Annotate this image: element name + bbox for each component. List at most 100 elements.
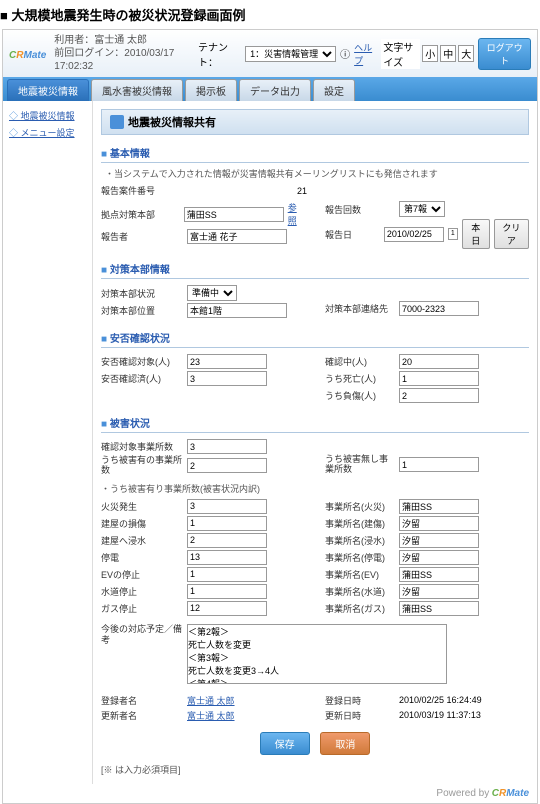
bdmg-office-input[interactable] xyxy=(399,516,479,531)
reporter-input[interactable] xyxy=(187,229,287,244)
panel-title: 地震被災情報共有 xyxy=(101,109,529,135)
section-hq: 対策本部情報 対策本部状況 準備中 対策本部位置 xyxy=(101,259,529,320)
water-input[interactable] xyxy=(187,584,267,599)
ev-office-input[interactable] xyxy=(399,567,479,582)
sidebar-menu-settings[interactable]: メニュー設定 xyxy=(9,124,86,141)
case-no-label: 報告案件番号 xyxy=(101,184,183,197)
safety-confirming-input[interactable] xyxy=(399,354,479,369)
help-link[interactable]: ヘルプ xyxy=(354,41,377,67)
remarks-textarea[interactable] xyxy=(187,624,447,684)
base-hq-label: 拠点対策本部 xyxy=(101,208,180,221)
fire-office-label: 事業所名(火災) xyxy=(325,500,395,513)
water-label: 水道停止 xyxy=(101,585,183,598)
power-office-input[interactable] xyxy=(399,550,479,565)
safety-confirming-label: 確認中(人) xyxy=(325,355,395,368)
logo: CRMate xyxy=(9,45,46,63)
fire-input[interactable] xyxy=(187,499,267,514)
upd-by-link[interactable]: 富士通 太郎 xyxy=(187,709,235,722)
damaged-office-input[interactable] xyxy=(187,458,267,473)
damage-head: 被害状況 xyxy=(101,413,529,433)
header-user-info: 利用者：富士通 太郎 前回ログイン：2010/03/17 17:02:32 xyxy=(54,34,198,73)
tab-earthquake[interactable]: 地震被災情報 xyxy=(7,79,89,101)
base-hq-input[interactable] xyxy=(184,207,284,222)
safety-dead-label: うち死亡(人) xyxy=(325,372,395,385)
target-office-label: 確認対象事業所数 xyxy=(101,440,183,453)
target-office-input[interactable] xyxy=(187,439,267,454)
damaged-office-label: うち被害有の事業所数 xyxy=(101,456,183,476)
tenant-select[interactable]: 1：災害情報管理 xyxy=(245,46,336,62)
basic-note: ・当システムで入力された情報が災害情報共有メーリングリストにも発信されます xyxy=(101,167,529,180)
flood-office-input[interactable] xyxy=(399,533,479,548)
safety-dead-input[interactable] xyxy=(399,371,479,386)
fontsize-control: 文字サイズ 小 中 大 xyxy=(381,39,474,69)
section-damage: 被害状況 確認対象事業所数 うち被害有の事業所数 うち被害無し事業所数 ・うち被… xyxy=(101,413,529,724)
basic-head: 基本情報 xyxy=(101,143,529,163)
fire-office-input[interactable] xyxy=(399,499,479,514)
hq-contact-label: 対策本部連絡先 xyxy=(325,302,395,315)
bdmg-input[interactable] xyxy=(187,516,267,531)
app-frame: CRMate 利用者：富士通 太郎 前回ログイン：2010/03/17 17:0… xyxy=(2,29,538,804)
no-damage-office-label: うち被害無し事業所数 xyxy=(325,455,395,475)
fontsize-large[interactable]: 大 xyxy=(458,45,474,62)
flood-input[interactable] xyxy=(187,533,267,548)
safety-injured-label: うち負傷(人) xyxy=(325,389,395,402)
tab-settings[interactable]: 設定 xyxy=(313,79,355,101)
sidebar-earthquake[interactable]: 地震被災情報 xyxy=(9,107,86,124)
safety-target-input[interactable] xyxy=(187,354,267,369)
required-note: [※ は入力必須項目] xyxy=(101,763,529,776)
reg-at-value: 2010/02/25 16:24:49 xyxy=(399,695,482,705)
ev-input[interactable] xyxy=(187,567,267,582)
ref-link[interactable]: 参照 xyxy=(288,201,305,227)
hq-status-select[interactable]: 準備中 xyxy=(187,285,237,301)
gas-input[interactable] xyxy=(187,601,267,616)
fontsize-mid[interactable]: 中 xyxy=(440,45,456,62)
cancel-button[interactable]: 取消 xyxy=(320,732,370,755)
water-office-label: 事業所名(水道) xyxy=(325,585,395,598)
gas-office-input[interactable] xyxy=(399,601,479,616)
hq-loc-input[interactable] xyxy=(187,303,287,318)
no-damage-office-input[interactable] xyxy=(399,457,479,472)
reg-by-link[interactable]: 富士通 太郎 xyxy=(187,694,235,707)
report-count-select[interactable]: 第7報 xyxy=(399,201,445,217)
water-office-input[interactable] xyxy=(399,584,479,599)
page-heading: 大規模地震発生時の被災状況登録画面例 xyxy=(0,0,540,29)
ev-office-label: 事業所名(EV) xyxy=(325,568,395,581)
reg-at-label: 登録日時 xyxy=(325,694,395,707)
today-button[interactable]: 本日 xyxy=(462,219,490,249)
tab-export[interactable]: データ出力 xyxy=(239,79,311,101)
upd-at-label: 更新日時 xyxy=(325,709,395,722)
report-count-label: 報告回数 xyxy=(325,203,395,216)
bdmg-label: 建屋の損傷 xyxy=(101,517,183,530)
flood-office-label: 事業所名(浸水) xyxy=(325,534,395,547)
tab-board[interactable]: 掲示板 xyxy=(185,79,237,101)
save-button[interactable]: 保存 xyxy=(260,732,310,755)
report-date-input[interactable] xyxy=(384,227,444,242)
hq-contact-input[interactable] xyxy=(399,301,479,316)
flood-label: 建屋へ浸水 xyxy=(101,534,183,547)
calendar-icon[interactable]: 1 xyxy=(448,228,458,240)
safety-head: 安否確認状況 xyxy=(101,328,529,348)
footer-buttons: 保存 取消 xyxy=(101,732,529,755)
fontsize-small[interactable]: 小 xyxy=(422,45,438,62)
content: 地震被災情報共有 基本情報 ・当システムで入力された情報が災害情報共有メーリング… xyxy=(93,101,537,784)
reporter-label: 報告者 xyxy=(101,230,183,243)
hq-head: 対策本部情報 xyxy=(101,259,529,279)
ev-label: EVの停止 xyxy=(101,568,183,581)
case-no-value: 21 xyxy=(187,186,307,196)
clear-button[interactable]: クリア xyxy=(494,219,529,249)
section-safety: 安否確認状況 安否確認対象(人) 安否確認済(人) 確認中(人) うち死亡(人)… xyxy=(101,328,529,405)
tab-storm[interactable]: 風水害被災情報 xyxy=(91,79,183,101)
power-input[interactable] xyxy=(187,550,267,565)
safety-done-input[interactable] xyxy=(187,371,267,386)
logout-button[interactable]: ログアウト xyxy=(478,38,531,70)
damage-sub-head: ・うち被害有り事業所数(被害状況内訳) xyxy=(101,482,529,495)
upd-by-label: 更新者名 xyxy=(101,709,183,722)
tenant-label: テナント： xyxy=(198,39,241,69)
sidebar: 地震被災情報 メニュー設定 xyxy=(3,101,93,784)
gas-label: ガス停止 xyxy=(101,602,183,615)
reg-by-label: 登録者名 xyxy=(101,694,183,707)
hq-loc-label: 対策本部位置 xyxy=(101,304,183,317)
header: CRMate 利用者：富士通 太郎 前回ログイン：2010/03/17 17:0… xyxy=(3,30,537,77)
safety-injured-input[interactable] xyxy=(399,388,479,403)
power-label: 停電 xyxy=(101,551,183,564)
